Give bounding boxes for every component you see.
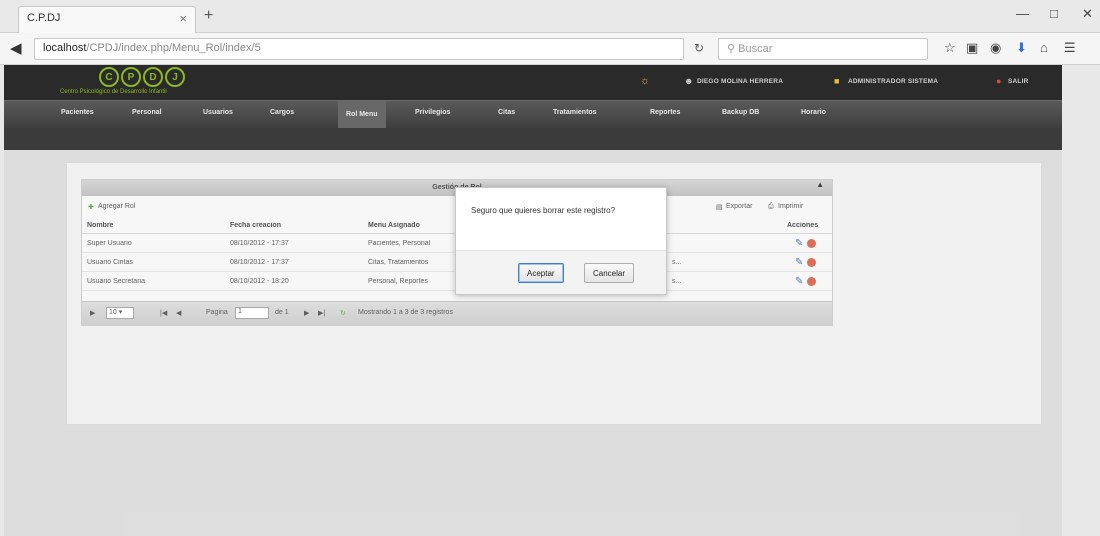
close-window-icon[interactable]: ✕ [1082, 6, 1093, 22]
logo-letter: C [99, 67, 119, 87]
menu-item-citas[interactable]: Citas [498, 109, 515, 116]
logo-subtitle: Centro Psicológico de Desarrollo Infanti… [60, 89, 167, 95]
url-path: /CPDJ/index.php/Menu_Rol/index/5 [86, 42, 261, 54]
menu-item-pacientes[interactable]: Pacientes [61, 109, 94, 116]
logo-letter: P [121, 67, 141, 87]
menu-item-horario[interactable]: Horario [801, 109, 826, 116]
pocket-icon[interactable]: ◉ [990, 40, 1001, 56]
search-placeholder: Buscar [738, 43, 773, 55]
clipboard-icon[interactable]: ▣ [966, 40, 978, 56]
menu-item-reportes[interactable]: Reportes [650, 109, 680, 116]
download-icon[interactable]: ⬇ [1016, 40, 1027, 56]
bookmark-star-icon[interactable]: ☆ [944, 40, 956, 56]
search-icon: ⚲ [727, 43, 739, 55]
app-header: C P D J Centro Psicológico de Desarrollo… [4, 65, 1062, 100]
maximize-icon[interactable]: □ [1050, 6, 1058, 21]
browser-navbar: ◀ localhost/CPDJ/index.php/Menu_Rol/inde… [0, 33, 1100, 65]
close-tab-icon[interactable]: × [179, 11, 187, 26]
sun-icon: ☼ [640, 75, 651, 87]
back-arrow-icon[interactable]: ◀ [10, 39, 22, 57]
menu-item-rol-menu[interactable]: Rol Menu [338, 101, 386, 129]
main-menu: Pacientes Personal Usuarios Cargos Rol M… [4, 100, 1062, 129]
new-tab-icon[interactable]: + [204, 7, 213, 25]
header-admin[interactable]: ADMINISTRADOR SISTEMA [848, 78, 938, 85]
reload-icon[interactable]: ↻ [694, 41, 704, 55]
menu-item-tratamientos[interactable]: Tratamientos [553, 109, 597, 116]
header-user[interactable]: DIEGO MOLINA HERRERA [697, 78, 783, 85]
logo: C P D J [99, 67, 185, 87]
logo-letter: D [143, 67, 163, 87]
power-icon: ● [996, 76, 1002, 86]
menu-icon[interactable]: ☰ [1064, 40, 1076, 56]
menu-item-privilegios[interactable]: Privilegios [415, 109, 450, 116]
accept-button[interactable]: Aceptar [518, 263, 564, 283]
menu-item-backup[interactable]: Backup DB [722, 109, 759, 116]
cancel-button[interactable]: Cancelar [584, 263, 635, 283]
dialog-footer: Aceptar Cancelar [456, 250, 666, 294]
menu-item-usuarios[interactable]: Usuarios [203, 109, 233, 116]
url-bar[interactable]: localhost/CPDJ/index.php/Menu_Rol/index/… [34, 38, 684, 60]
browser-search-input[interactable]: ⚲ Buscar [718, 38, 928, 60]
lock-icon: ■ [834, 76, 840, 86]
submenu-bar [4, 128, 1062, 150]
home-icon[interactable]: ⌂ [1040, 40, 1048, 55]
logout-link[interactable]: SALIR [1008, 78, 1029, 85]
tab-title: C.P.DJ [27, 12, 61, 24]
minimize-icon[interactable]: — [1016, 6, 1029, 21]
user-icon: ☻ [684, 76, 694, 86]
confirm-delete-dialog: Seguro que quieres borrar este registro?… [455, 187, 667, 295]
browser-tabbar: C.P.DJ × + — □ ✕ [0, 0, 1100, 33]
browser-tab[interactable]: C.P.DJ × [18, 6, 196, 33]
logo-letter: J [165, 67, 185, 87]
menu-item-personal[interactable]: Personal [132, 109, 162, 116]
url-host: localhost [43, 42, 87, 54]
menu-item-cargos[interactable]: Cargos [270, 109, 294, 116]
dialog-message: Seguro que quieres borrar este registro? [471, 206, 616, 215]
